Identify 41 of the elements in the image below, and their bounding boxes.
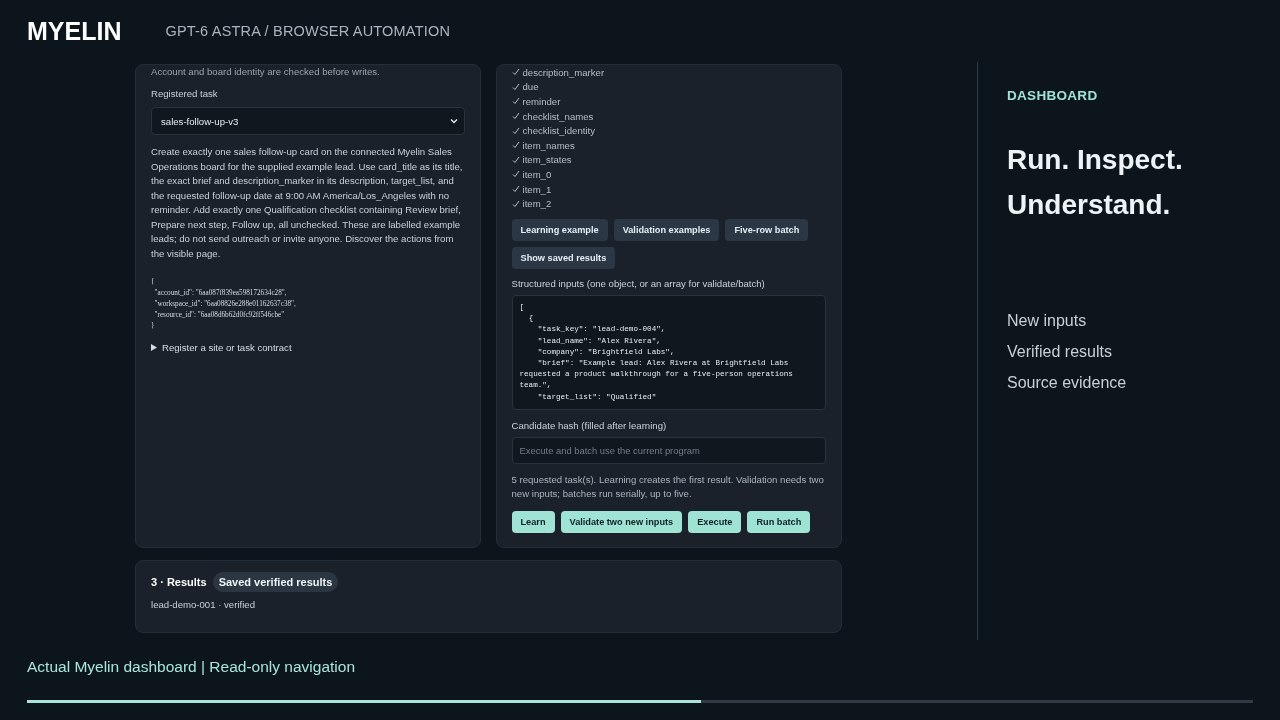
logo: MYELIN [27,16,122,46]
check-item: description_marker [511,65,826,80]
action-button[interactable]: Run batch [747,510,811,533]
check-item: item_names [511,137,826,153]
action-button[interactable]: Execute [688,510,742,533]
check-item: item_1 [511,181,826,197]
task-info: 5 requested task(s). Learning creates the first result. Validation needs two new inputs; batches run serially, up to five. [511,472,825,502]
result-row-text: lead-demo-001 · verified [151,597,256,612]
identity-note: Account and board identity are checked before writes. [151,65,381,79]
caption: Actual Myelin dashboard | Read-only navigation [27,658,356,676]
example-button[interactable]: Validation examples [613,218,720,241]
check-item: due [511,79,826,95]
task-select[interactable]: sales-follow-up-v3 [151,107,465,135]
breadcrumb: GPT-6 ASTRA / BROWSER AUTOMATION [165,23,451,39]
field-label: Candidate hash (filled after learning) [511,418,668,433]
example-button[interactable]: Learning example [511,218,608,241]
check-item: checklist_names [511,108,826,124]
check-item: item_states [511,152,826,168]
section-label: DASHBOARD [1007,88,1099,103]
results-badge: Saved verified results [212,571,339,592]
example-button[interactable]: Show saved results [511,246,616,269]
check-item: item_0 [511,167,826,182]
sidebar-link[interactable]: Verified results [1007,336,1112,367]
action-button[interactable]: Learn [511,510,555,533]
example-button[interactable]: Five-row batch [725,218,809,241]
action-button[interactable]: Validate two new inputs [560,510,683,533]
check-item: checklist_identity [511,123,826,138]
results-title: 3 · Results [151,575,207,588]
hash-field[interactable]: Execute and batch use the current program [511,436,826,464]
check-item: item_2 [511,196,826,211]
sidebar-link[interactable]: New inputs [1007,305,1087,336]
task-description: Create exactly one sales follow-up card on the connected Myelin Sales Operations board for the supplied example lead. Use card_title as its title, the exact brief and description_marker in its description, target_list, and the requested follow-up date at 9:00 AM America/Los_Angeles with no reminder. Add exactly one Qualification checklist containing Review brief, Prepare next step, Follow up, all unchecked. These are labelled example leads; do not send outreach or invite anyone. Discover the actions from the visible page. [151,145,464,261]
triangle-icon [151,344,157,351]
sidebar-link[interactable]: Source evidence [1007,367,1127,398]
field-label: Structured inputs (one object, or an array for validate/batch) [511,276,766,291]
register-disclosure[interactable]: Register a site or task contract [151,342,292,353]
chevron-icon [449,118,458,124]
headline: Understand. [1007,188,1172,222]
headline: Run. Inspect. [1007,143,1184,177]
check-item: reminder [511,94,826,109]
field-label: Registered task [151,87,219,101]
